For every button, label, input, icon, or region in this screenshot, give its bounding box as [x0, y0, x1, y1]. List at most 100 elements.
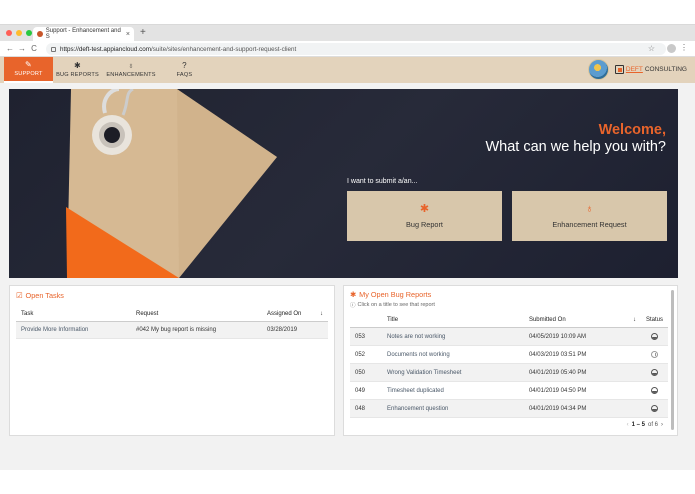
column-header[interactable]: Title	[381, 313, 524, 328]
question-icon: ?	[182, 61, 187, 70]
report-title-link[interactable]: Enhancement question	[381, 399, 524, 419]
assigned-on-cell: 03/28/2019	[262, 321, 328, 339]
report-id: 053	[350, 327, 382, 347]
report-id: 048	[350, 399, 382, 419]
prev-page-icon[interactable]: ‹	[627, 422, 629, 428]
sort-arrow-icon[interactable]: ↓	[315, 307, 328, 322]
report-title-link[interactable]: Timesheet duplicated	[381, 381, 524, 401]
tab-close-icon[interactable]: ×	[126, 31, 130, 38]
request-cell: #042 My bug report is missing	[131, 321, 262, 339]
bug-icon: ✱	[350, 290, 357, 299]
logo-prefix: DEFT	[625, 66, 643, 73]
url-path: /suite/sites/enhancement-and-support-req…	[151, 45, 297, 53]
open-tasks-panel: ☑ Open Tasks Task Request Assigned On ↓ …	[9, 285, 335, 436]
task-link[interactable]: Provide More Information	[16, 321, 131, 339]
report-id: 050	[350, 363, 382, 383]
back-button[interactable]: ←	[5, 44, 15, 53]
close-window-button[interactable]	[6, 30, 12, 36]
bookmark-star-icon[interactable]: ☆	[648, 44, 655, 53]
column-header[interactable]: Assigned On	[262, 307, 315, 322]
bug-reports-table: Title Submitted On ↓ Status 053 Notes ar…	[350, 313, 668, 419]
checkbox-icon: ☑	[16, 291, 23, 300]
window-controls	[6, 30, 32, 36]
lightbulb-icon: ♁	[585, 202, 594, 215]
table-row: Provide More Information #042 My bug rep…	[16, 321, 328, 339]
reload-button[interactable]: C	[29, 44, 39, 53]
column-header[interactable]: Status	[640, 313, 668, 328]
table-row: 049 Timesheet duplicated 04/01/2019 04:5…	[350, 381, 668, 401]
report-id: 049	[350, 381, 382, 401]
submitted-cell: 04/03/2019 03:51 PM	[523, 345, 641, 365]
submitted-cell: 04/01/2019 04:34 PM	[523, 399, 641, 419]
pager-range: 1 – 5	[631, 422, 645, 428]
clock-icon	[650, 351, 658, 359]
table-row: 052 Documents not working 04/03/2019 03:…	[350, 345, 668, 365]
sort-arrow-icon[interactable]: ↓	[627, 313, 641, 328]
url-field[interactable]: https://deft-test.appiancloud.com/suite/…	[46, 43, 666, 55]
logo-suffix: CONSULTING	[644, 66, 687, 73]
bug-report-label: Bug Report	[406, 219, 443, 229]
new-tab-button[interactable]: +	[140, 27, 146, 38]
column-header[interactable]: Request	[131, 307, 262, 322]
bug-reports-subtitle-text: Click on a title to see that report	[357, 302, 435, 308]
report-title-link[interactable]: Wrong Validation Timesheet	[381, 363, 524, 383]
report-id: 052	[350, 345, 382, 365]
submit-prompt: I want to submit a/an...	[347, 178, 418, 185]
nav-item-label: ENHANCEMENTS	[106, 72, 156, 78]
main-nav: ✎ SUPPORT ✱ BUG REPORTS ♁ ENHANCEMENTS ?…	[4, 57, 209, 83]
status-icon	[650, 387, 658, 395]
bug-icon: ✱	[74, 61, 81, 70]
bug-icon: ✱	[419, 202, 430, 215]
submitted-cell: 04/05/2019 10:09 AM	[523, 327, 641, 347]
nav-item-label: SUPPORT	[14, 71, 43, 77]
bug-reports-panel: ✱ My Open Bug Reports ⓘ Click on a title…	[343, 285, 678, 436]
submitted-cell: 04/01/2019 04:50 PM	[523, 381, 641, 401]
open-tasks-title: ☑ Open Tasks	[16, 291, 328, 300]
wrench-icon: ✎	[25, 60, 32, 69]
column-header[interactable]: Task	[16, 307, 131, 322]
report-title-link[interactable]: Documents not working	[381, 345, 524, 365]
pagination: ‹ 1 – 5 of 6 ›	[627, 422, 663, 428]
submitted-cell: 04/01/2019 05:40 PM	[523, 363, 641, 383]
bug-reports-title-text: My Open Bug Reports	[359, 290, 432, 299]
status-icon	[650, 369, 658, 377]
nav-item-faqs[interactable]: ? FAQS	[160, 57, 209, 83]
nav-item-bug-reports[interactable]: ✱ BUG REPORTS	[53, 57, 102, 83]
status-icon	[650, 405, 658, 413]
user-avatar[interactable]	[587, 59, 609, 80]
hero-banner: Welcome, What can we help you with? I wa…	[9, 89, 678, 278]
welcome-text: Welcome,	[598, 122, 666, 138]
nav-item-label: BUG REPORTS	[56, 72, 99, 78]
minimize-window-button[interactable]	[16, 30, 22, 36]
logo-mark-icon	[614, 65, 624, 74]
tab-title: Support - Enhancement and S	[45, 28, 121, 40]
forward-button[interactable]: →	[17, 44, 27, 53]
company-logo: DEFT CONSULTING	[614, 65, 687, 74]
scrollbar[interactable]	[671, 290, 674, 430]
pager-total: of 6	[647, 422, 658, 428]
bug-report-button[interactable]: ✱ Bug Report	[347, 191, 502, 241]
table-row: 053 Notes are not working 04/05/2019 10:…	[350, 327, 668, 347]
browser-tab[interactable]: Support - Enhancement and S ×	[33, 27, 134, 41]
page-content: Welcome, What can we help you with? I wa…	[0, 83, 695, 455]
next-page-icon[interactable]: ›	[661, 422, 663, 428]
nav-item-support[interactable]: ✎ SUPPORT	[4, 57, 53, 83]
favicon-icon	[37, 31, 43, 37]
lock-icon	[51, 46, 56, 52]
status-icon	[650, 333, 658, 340]
nav-item-enhancements[interactable]: ♁ ENHANCEMENTS	[102, 57, 160, 83]
tab-strip: Support - Enhancement and S × +	[0, 25, 695, 41]
open-tasks-title-text: Open Tasks	[25, 291, 64, 300]
table-row: 050 Wrong Validation Timesheet 04/01/201…	[350, 363, 668, 383]
enhancement-request-button[interactable]: ♁ Enhancement Request	[512, 191, 667, 241]
column-header-id	[350, 313, 382, 328]
browser-menu-icon[interactable]: ⋮	[680, 43, 688, 52]
report-title-link[interactable]: Notes are not working	[381, 327, 524, 347]
table-row: 048 Enhancement question 04/01/2019 04:3…	[350, 399, 668, 419]
maximize-window-button[interactable]	[26, 30, 32, 36]
column-header[interactable]: Submitted On	[523, 313, 628, 328]
address-bar-row: ← → C https://deft-test.appiancloud.com/…	[0, 41, 695, 57]
profile-avatar[interactable]	[667, 44, 676, 53]
bug-reports-subtitle: ⓘ Click on a title to see that report	[350, 301, 671, 309]
browser-window: Support - Enhancement and S × + ← → C ht…	[0, 24, 695, 470]
